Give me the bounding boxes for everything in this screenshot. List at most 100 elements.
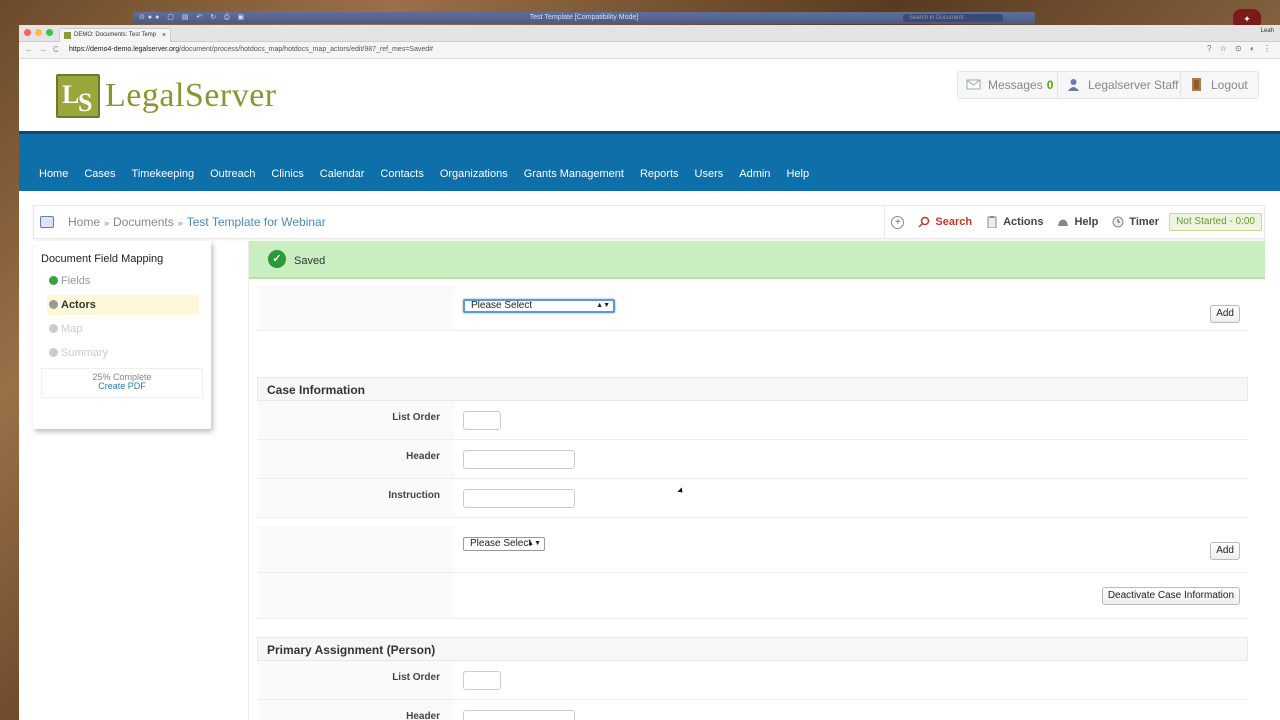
- progress-box: 25% Complete Create PDF: [41, 368, 203, 398]
- nav-item-cases[interactable]: Cases: [84, 168, 115, 180]
- actor-select-row: Please Select ▲▼ Add: [257, 285, 1248, 331]
- door-icon: [1192, 78, 1201, 91]
- sidebar-item-map[interactable]: Map: [47, 319, 199, 339]
- list-order-label: List Order: [392, 672, 440, 683]
- help-button[interactable]: Help: [1057, 216, 1098, 228]
- logout-button[interactable]: Logout: [1180, 71, 1259, 99]
- nav-item-users[interactable]: Users: [695, 168, 724, 180]
- sidebar-item-fields[interactable]: Fields: [47, 271, 199, 291]
- breadcrumb: Home » Documents» Test Template for Webinar: [68, 215, 326, 229]
- search-button[interactable]: Search: [918, 216, 972, 228]
- nav-list: Home Cases Timekeeping Outreach Clinics Calen…: [39, 168, 825, 180]
- header-row: Header: [257, 440, 1248, 479]
- window-controls[interactable]: [24, 29, 53, 36]
- tab-strip: DEMO: Documents: Test Temp × Leah: [19, 25, 1280, 42]
- sidebar-item-summary[interactable]: Summary: [47, 343, 199, 363]
- address-bar: ←→C https://demo4-demo.legalserver.org/d…: [19, 42, 1280, 59]
- breadcrumb-bar: Home » Documents» Test Template for Webinar…: [33, 205, 1265, 239]
- user-icon: [1068, 79, 1079, 91]
- nav-item-contacts[interactable]: Contacts: [380, 168, 423, 180]
- bell-icon: [1058, 219, 1069, 226]
- saved-alert: ✓ Saved: [249, 241, 1265, 279]
- sidebar-item-label: Actors: [61, 299, 96, 311]
- status-badge[interactable]: Not Started - 0:00: [1169, 213, 1262, 231]
- create-pdf-link[interactable]: Create PDF: [42, 382, 202, 391]
- list-order-label: List Order: [392, 412, 440, 423]
- nav-item-outreach[interactable]: Outreach: [210, 168, 255, 180]
- nav-item-help[interactable]: Help: [786, 168, 809, 180]
- staff-menu-button[interactable]: Legalserver Staff: [1057, 71, 1190, 99]
- tab-title: DEMO: Documents: Test Temp: [74, 32, 157, 38]
- primary-list-order-row: List Order: [257, 661, 1248, 700]
- primary-header-input[interactable]: [463, 710, 575, 720]
- check-circle-icon: [49, 324, 58, 333]
- header-label: Header: [406, 451, 440, 462]
- row-value-area: [455, 661, 1248, 699]
- timer-button[interactable]: Timer: [1112, 216, 1159, 228]
- mac-search-input[interactable]: Search in Document: [903, 14, 1003, 22]
- case-information-header: Case Information: [257, 377, 1248, 401]
- nav-item-home[interactable]: Home: [39, 168, 68, 180]
- nav-arrows-icon[interactable]: ←→C: [25, 45, 65, 54]
- url-field[interactable]: https://demo4-demo.legalserver.org/docum…: [69, 44, 433, 56]
- actions-label: Actions: [1003, 216, 1044, 228]
- row-value-area: [455, 440, 1248, 478]
- minimize-window-icon[interactable]: [35, 29, 42, 36]
- search-icon: [918, 216, 930, 228]
- favicon-icon: [64, 32, 71, 39]
- envelope-icon: [966, 79, 981, 90]
- nav-item-admin[interactable]: Admin: [739, 168, 770, 180]
- main-navbar: Home Cases Timekeeping Outreach Clinics Calen…: [19, 131, 1280, 191]
- nav-item-timekeeping[interactable]: Timekeeping: [132, 168, 195, 180]
- primary-list-order-input[interactable]: [463, 671, 501, 690]
- nav-item-clinics[interactable]: Clinics: [271, 168, 303, 180]
- mac-titlebar: ⊙●● ▢ ▤ ↶ ↻ ⎙ ▣ Test Template [Compatibi…: [133, 12, 1035, 24]
- list-order-input[interactable]: [463, 411, 501, 430]
- select-arrows-icon: ▲▼: [527, 540, 541, 547]
- browser-extension-icons[interactable]: ? ☆ ⊙ ◐ ⋮: [1207, 44, 1274, 53]
- breadcrumb-documents[interactable]: Documents: [113, 215, 174, 229]
- close-tab-icon[interactable]: ×: [162, 29, 166, 42]
- nav-item-organizations[interactable]: Organizations: [440, 168, 508, 180]
- header-input[interactable]: [463, 450, 575, 469]
- row-value-area: Deactivate Case Information: [455, 573, 1248, 618]
- primary-assignment-header: Primary Assignment (Person): [257, 637, 1248, 661]
- close-window-icon[interactable]: [24, 29, 31, 36]
- messages-label: Messages: [988, 78, 1043, 92]
- case-actor-select[interactable]: Please Select ▲▼: [463, 537, 545, 551]
- sidebar-item-actors[interactable]: Actors: [47, 295, 199, 315]
- case-actor-select-row: Please Select ▲▼ Add: [257, 526, 1248, 573]
- nav-item-calendar[interactable]: Calendar: [320, 168, 365, 180]
- sidebar-toggle-icon[interactable]: [40, 216, 54, 228]
- maximize-window-icon[interactable]: [46, 29, 53, 36]
- saved-text: Saved: [294, 255, 326, 267]
- sidebar-item-label: Map: [61, 323, 83, 335]
- primary-header-row: Header: [257, 700, 1248, 720]
- logo-mark-icon: LS: [56, 74, 100, 118]
- checkmark-icon: ✓: [268, 250, 286, 268]
- messages-button[interactable]: Messages 0: [957, 71, 1065, 99]
- add-case-actor-button[interactable]: Add: [1210, 542, 1240, 560]
- deactivate-row: Deactivate Case Information: [257, 573, 1248, 619]
- breadcrumb-current[interactable]: Test Template for Webinar: [187, 215, 326, 229]
- browser-tab[interactable]: DEMO: Documents: Test Temp ×: [59, 28, 171, 42]
- logo-text: LegalServer: [105, 77, 277, 114]
- document-mapping-sidebar: Document Field Mapping Fields Actors Map…: [33, 241, 211, 429]
- add-circle-icon[interactable]: +: [891, 215, 905, 229]
- select-arrows-icon: ▲▼: [596, 302, 610, 309]
- instruction-input[interactable]: [463, 489, 575, 508]
- breadcrumb-home[interactable]: Home: [68, 215, 100, 229]
- deactivate-case-information-button[interactable]: Deactivate Case Information: [1101, 587, 1240, 605]
- check-circle-icon: [49, 300, 58, 309]
- actor-type-select[interactable]: Please Select ▲▼: [463, 299, 615, 313]
- nav-item-reports[interactable]: Reports: [640, 168, 679, 180]
- site-header: LS LegalServer Messages 0 Legalserver Sta…: [19, 59, 1280, 131]
- browser-profile[interactable]: Leah: [1261, 28, 1274, 34]
- nav-item-grants-management[interactable]: Grants Management: [524, 168, 624, 180]
- actions-button[interactable]: Actions: [986, 216, 1043, 228]
- add-button[interactable]: Add: [1210, 305, 1240, 323]
- select-value: Please Select: [470, 538, 532, 549]
- clipboard-icon: [987, 216, 997, 228]
- sidebar-item-label: Fields: [61, 275, 91, 287]
- legalserver-logo[interactable]: LS LegalServer: [56, 74, 277, 118]
